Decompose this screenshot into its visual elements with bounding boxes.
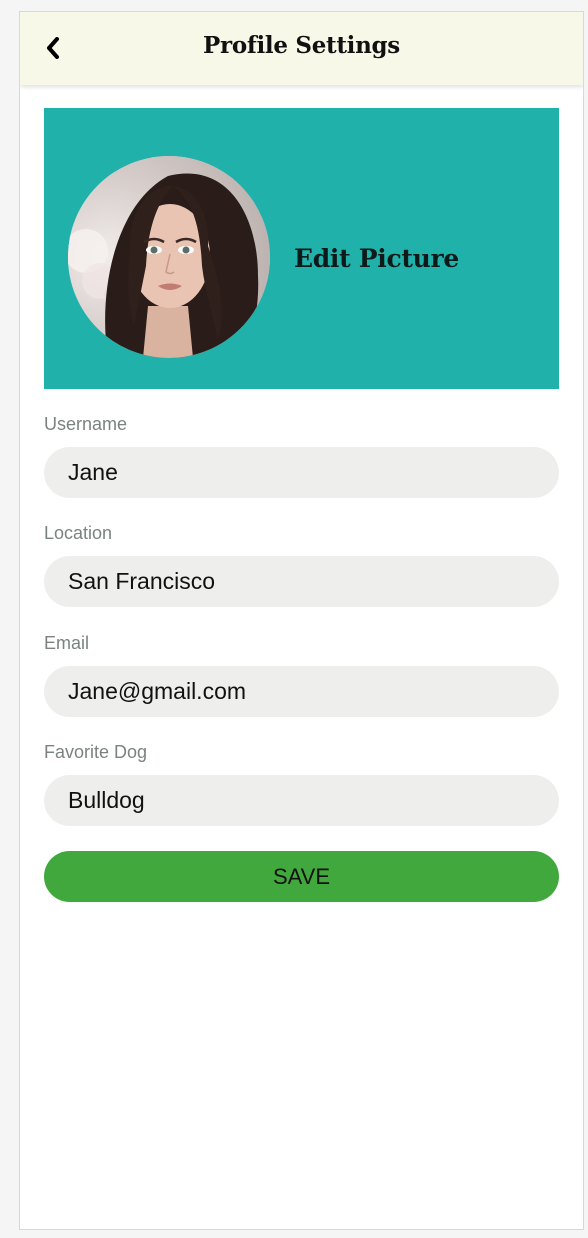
favorite-dog-field[interactable]: Bulldog — [44, 775, 559, 826]
email-label: Email — [44, 633, 90, 653]
location-field[interactable]: San Francisco — [44, 556, 559, 607]
email-field[interactable]: Jane@gmail.com — [44, 666, 559, 717]
edit-picture-link[interactable]: Edit Picture — [294, 244, 459, 273]
save-button[interactable]: SAVE — [44, 851, 559, 902]
favorite-dog-label: Favorite Dog — [44, 742, 148, 762]
location-label: Location — [44, 523, 113, 543]
profile-picture-banner: Edit Picture — [44, 108, 559, 389]
profile-settings-screen: Profile Settings Edit Picture Username J… — [19, 11, 584, 1230]
avatar[interactable] — [68, 156, 270, 358]
username-field[interactable]: Jane — [44, 447, 559, 498]
username-label: Username — [44, 414, 128, 434]
header-bar: Profile Settings — [20, 12, 583, 85]
page-title: Profile Settings — [203, 32, 400, 59]
